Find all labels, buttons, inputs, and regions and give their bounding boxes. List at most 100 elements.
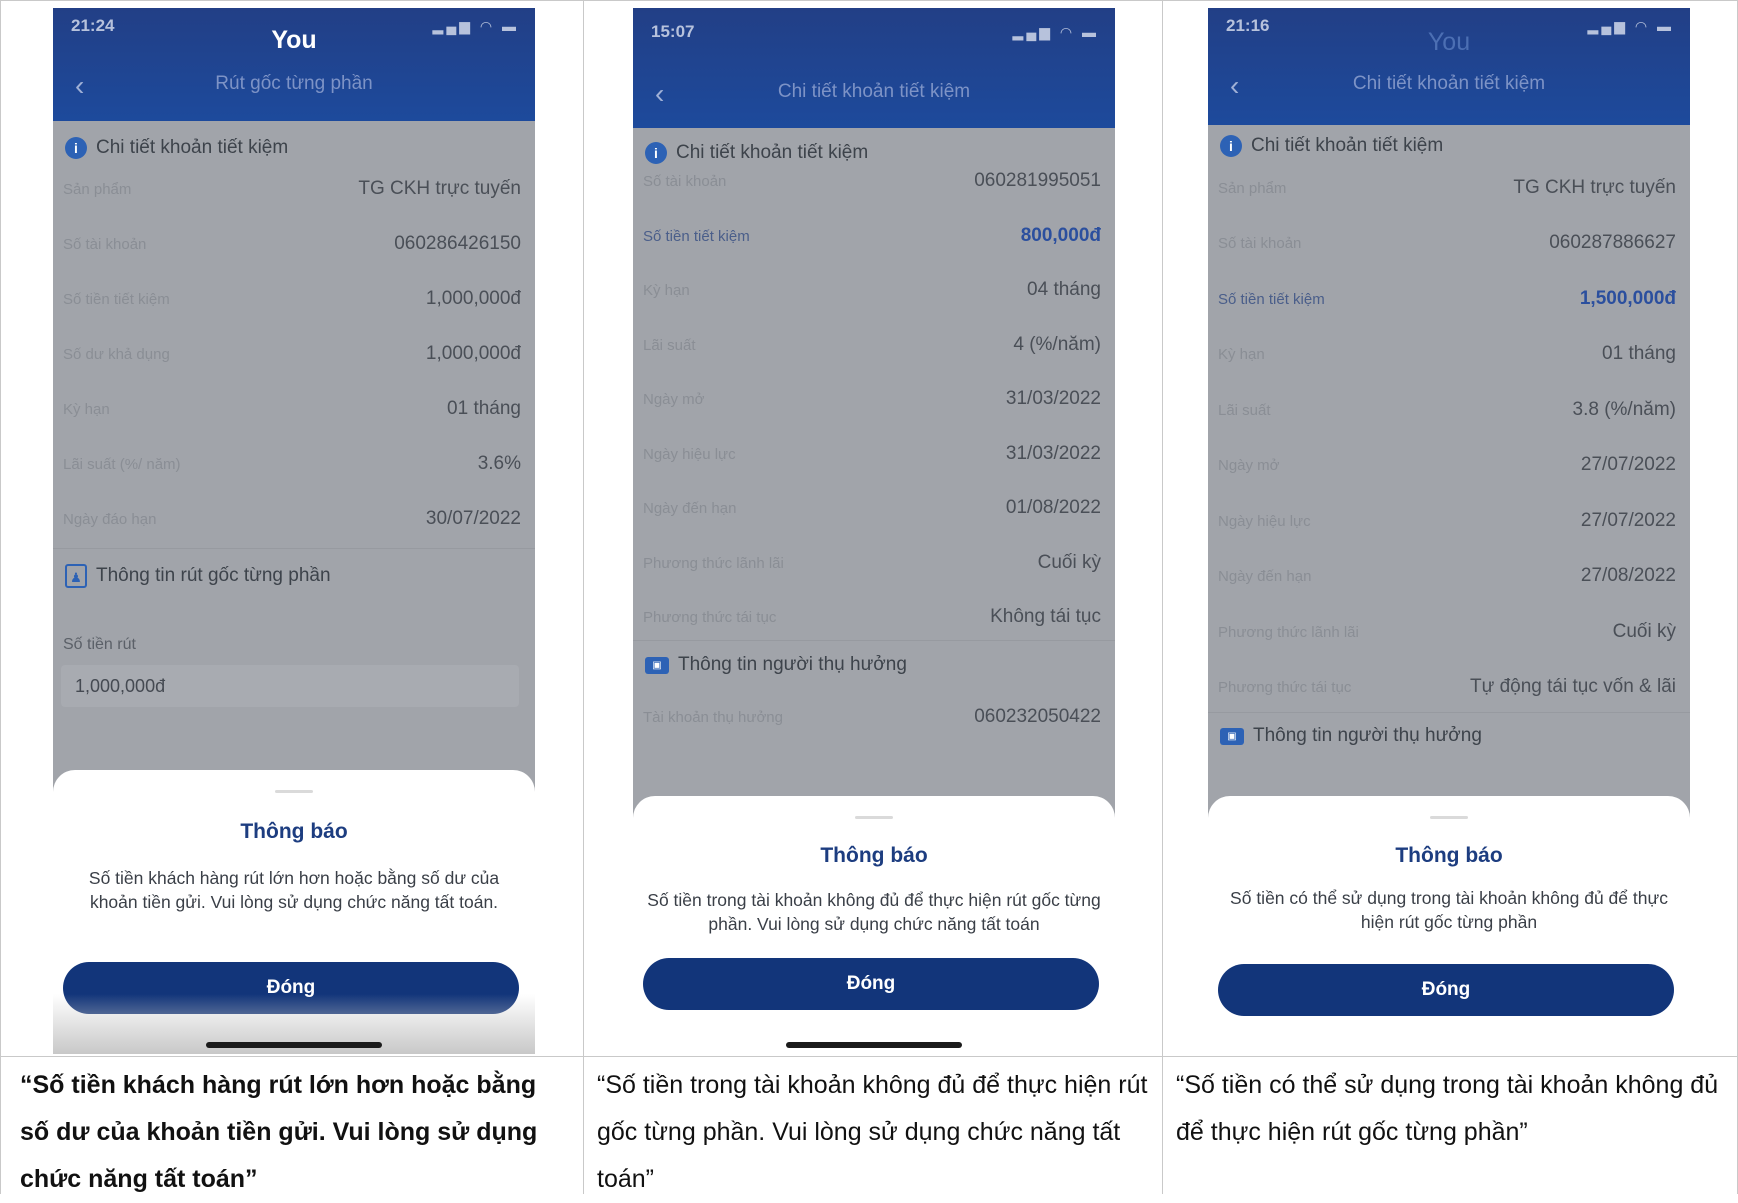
detail-row: Sản phẩm TG CKH trực tuyến [1218,177,1676,199]
row-value: 4 (%/năm) [1013,334,1101,355]
amount-label: Số tiền rút [63,636,136,653]
row-value: 30/07/2022 [425,508,521,529]
row-label: Ngày hiệu lực [1218,512,1311,530]
nav-title: Chi tiết khoản tiết kiệm [1352,73,1546,94]
row-value: 04 tháng [1027,279,1101,300]
info-icon: i [1220,135,1242,157]
row-label: Ngày hiệu lực [643,445,736,463]
screenshot-cell-1: 21:24 ▂▄▆ ◠ ▬ You ‹ Rút gốc từng phần i … [0,0,583,1054]
sheet-message: Số tiền có thể sử dụng trong tài khoản k… [1230,888,1668,932]
header-title: You [271,26,317,54]
detail-row: Phương thức lãnh lãi Cuối kỳ [1218,621,1676,643]
close-button[interactable]: Đóng [1218,964,1674,1016]
row-label: Lãi suất [643,336,696,354]
id-card-icon: ▣ [645,656,669,674]
close-button[interactable]: Đóng [643,958,1099,1010]
withdraw-icon: ♟ [65,564,87,588]
row-value: 060281995051 [974,170,1101,191]
nav-title: Rút gốc từng phần [215,73,373,94]
detail-row: Lãi suất 3.8 (%/năm) [1218,399,1676,421]
detail-row: Ngày đến hạn 01/08/2022 [643,497,1101,519]
info-icon: i [645,142,667,164]
row-value: Tự động tái tục vốn & lãi [1470,676,1676,697]
detail-row: Ngày đáo hạn 30/07/2022 [63,508,521,530]
phone-screen-2: 15:07 ▂▄▆ ◠ ▬ ‹ Chi tiết khoản tiết kiệm… [633,8,1115,1054]
row-value: 01/08/2022 [1005,497,1101,518]
section-header-beneficiary: ▣ Thông tin người thụ hưởng [645,654,907,676]
detail-row: Ngày đến hạn 27/08/2022 [1218,565,1676,587]
sheet-handle[interactable] [855,816,893,819]
detail-row: Số tiền tiết kiệm 1,000,000đ [63,288,521,310]
detail-row: Sản phẩm TG CKH trực tuyến [63,178,521,200]
row-label: Kỳ hạn [1218,345,1265,363]
amount-input[interactable]: 1,000,000đ [61,665,519,707]
phone-screen-1: 21:24 ▂▄▆ ◠ ▬ You ‹ Rút gốc từng phần i … [53,8,535,1054]
row-label: Lãi suất (%/ năm) [63,455,181,473]
detail-row: Kỳ hạn 04 tháng [643,279,1101,301]
row-value: 800,000đ [1020,225,1101,246]
detail-row: Số tài khoản 060281995051 [643,170,1101,192]
row-value: 060286426150 [394,233,521,254]
detail-row: Lãi suất (%/ năm) 3.6% [63,453,521,475]
row-label: Số tiền tiết kiệm [63,290,170,308]
notification-sheet: Thông báo Số tiền trong tài khoản không … [633,796,1115,1054]
row-label: Số tài khoản [63,235,147,253]
row-value: 1,000,000đ [425,343,521,364]
row-label: Lãi suất [1218,401,1271,419]
row-value: 060232050422 [974,706,1101,727]
comparison-table: 21:24 ▂▄▆ ◠ ▬ You ‹ Rút gốc từng phần i … [0,0,1738,1194]
detail-row: Lãi suất 4 (%/năm) [643,334,1101,356]
sheet-message: Số tiền trong tài khoản không đủ để thực… [647,890,1101,934]
row-label: Số dư khả dụng [63,345,170,363]
sheet-title: Thông báo [820,844,928,867]
caption-3: “Số tiền có thể sử dụng trong tài khoản … [1176,1071,1719,1146]
notification-sheet: Thông báo Số tiền khách hàng rút lớn hơn… [53,770,535,1054]
section-divider [53,548,535,549]
section-header-beneficiary: ▣ Thông tin người thụ hưởng [1220,725,1482,747]
detail-row: Phương thức tái tục Tự động tái tục vốn &… [1218,676,1676,698]
row-value: 1,000,000đ [425,288,521,309]
screenshot-cell-3: 21:16 ▂▄▆ ◠ ▬ You ‹ Chi tiết khoản tiết … [1162,0,1737,1054]
sheet-handle[interactable] [1430,816,1468,819]
detail-row: Phương thức tái tục Không tái tục [643,606,1101,628]
detail-row: Ngày hiệu lực 31/03/2022 [643,443,1101,465]
row-value: Không tái tục [990,606,1101,627]
row-label: Ngày đến hạn [643,499,737,517]
section-header-withdraw: ♟ Thông tin rút gốc từng phần [65,564,331,588]
row-value: 31/03/2022 [1005,388,1101,409]
row-label: Ngày đáo hạn [63,510,157,528]
sheet-message: Số tiền khách hàng rút lớn hơn hoặc bằng… [88,868,500,912]
row-label: Ngày mở [1218,456,1280,474]
notification-sheet: Thông báo Số tiền có thể sử dụng trong t… [1208,796,1690,1048]
section-title: Thông tin người thụ hưởng [678,654,907,675]
detail-row: Tài khoản thụ hưởng 060232050422 [643,706,1101,728]
detail-row: Số tài khoản 060286426150 [63,233,521,255]
section-header-details: i Chi tiết khoản tiết kiệm [1220,135,1443,157]
sheet-title: Thông báo [1395,844,1503,867]
row-value: 1,500,000đ [1579,288,1676,309]
section-title: Chi tiết khoản tiết kiệm [676,142,869,163]
row-value: 27/08/2022 [1580,565,1676,586]
detail-row: Ngày hiệu lực 27/07/2022 [1218,510,1676,532]
detail-row: Kỳ hạn 01 tháng [1218,343,1676,365]
home-indicator [786,1042,962,1048]
row-value: 3.6% [477,453,521,474]
row-value: 01 tháng [447,398,521,419]
row-value: 27/07/2022 [1580,454,1676,475]
section-title: Chi tiết khoản tiết kiệm [96,137,289,158]
row-value: 3.8 (%/năm) [1572,399,1676,420]
caption-1: “Số tiền khách hàng rút lớn hơn hoặc bằn… [20,1071,538,1193]
section-divider [633,640,1115,641]
info-icon: i [65,137,87,159]
detail-row: Số tiền tiết kiệm 800,000đ [643,225,1101,247]
row-value: 27/07/2022 [1580,510,1676,531]
detail-row: Ngày mở 27/07/2022 [1218,454,1676,476]
row-value: 31/03/2022 [1005,443,1101,464]
row-label: Sản phẩm [63,180,132,198]
detail-row: Số tài khoản 060287886627 [1218,232,1676,254]
row-label: Phương thức lãnh lãi [1218,623,1359,641]
row-label: Số tài khoản [643,172,727,190]
section-title: Thông tin người thụ hưởng [1253,725,1482,746]
sheet-handle[interactable] [275,790,313,793]
row-label: Phương thức tái tục [1218,678,1352,696]
